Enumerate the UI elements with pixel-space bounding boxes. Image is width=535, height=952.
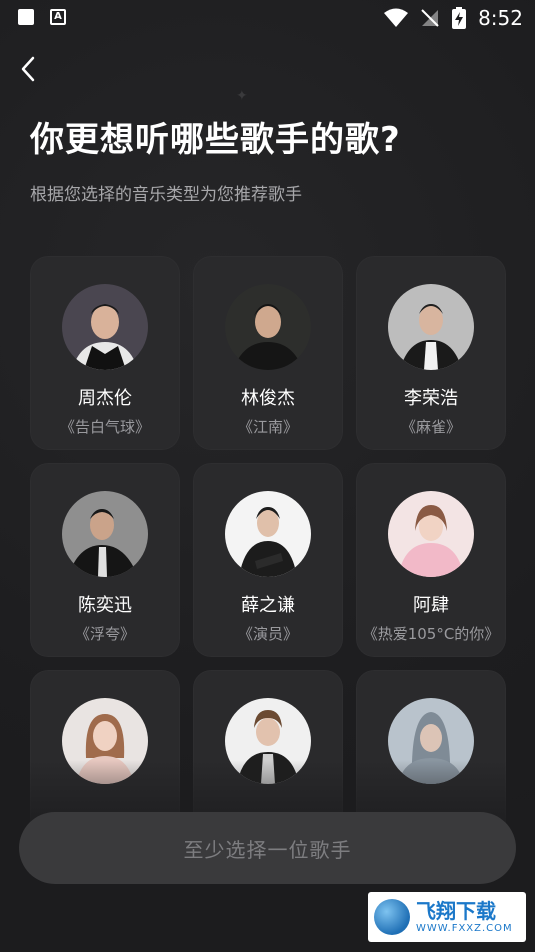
singer-song: 《江南》: [237, 418, 298, 436]
singer-avatar: [62, 491, 148, 577]
watermark: 飞翔下载 WWW.FXXZ.COM: [368, 892, 526, 942]
watermark-logo-icon: [374, 899, 410, 935]
singer-name: 李荣浩: [404, 388, 458, 409]
watermark-text: 飞翔下载 WWW.FXXZ.COM: [416, 899, 513, 935]
singer-avatar: [388, 284, 474, 370]
singer-avatar: [388, 491, 474, 577]
status-left: A: [18, 9, 66, 25]
watermark-url: WWW.FXXZ.COM: [416, 923, 513, 934]
chevron-left-icon: [21, 56, 35, 82]
singer-avatar: [62, 284, 148, 370]
singer-card[interactable]: 阿肆 《热爱105°C的你》: [356, 463, 506, 657]
singer-card[interactable]: 林俊杰 《江南》: [193, 256, 343, 450]
singer-name: 薛之谦: [241, 595, 295, 616]
singer-song: 《浮夸》: [74, 625, 135, 643]
clock: 8:52: [478, 6, 523, 30]
keyboard-a-icon: A: [50, 9, 66, 25]
watermark-title: 飞翔下载: [416, 899, 496, 923]
no-signal-icon: [421, 9, 439, 27]
select-singer-button[interactable]: 至少选择一位歌手: [19, 812, 516, 884]
wifi-icon: [384, 8, 409, 27]
singer-name: 陈奕迅: [78, 595, 132, 616]
singer-card[interactable]: 陈奕迅 《浮夸》: [30, 463, 180, 657]
singer-card[interactable]: 薛之谦 《演员》: [193, 463, 343, 657]
page-subtitle: 根据您选择的音乐类型为您推荐歌手: [30, 185, 302, 205]
singer-card[interactable]: 李荣浩 《麻雀》: [356, 256, 506, 450]
screen: A 8:52 ✦ ✦ 你更想听哪些歌手的歌? 根据您选择的音乐类型为您推荐: [0, 0, 535, 952]
status-bar: A 8:52: [0, 0, 535, 38]
singer-song: 《告白气球》: [59, 418, 150, 436]
singer-song: 《麻雀》: [400, 418, 461, 436]
back-button[interactable]: [14, 54, 44, 84]
singer-name: 林俊杰: [241, 388, 295, 409]
singer-name: 周杰伦: [78, 388, 132, 409]
singer-card[interactable]: 周杰伦 《告白气球》: [30, 256, 180, 450]
singer-avatar: [225, 491, 311, 577]
singer-song: 《热爱105°C的你》: [362, 625, 500, 643]
page-title: 你更想听哪些歌手的歌?: [30, 120, 401, 160]
singer-name: 阿肆: [413, 595, 449, 616]
notification-square-icon: [18, 9, 34, 25]
status-right: 8:52: [384, 6, 523, 30]
singer-avatar: [225, 284, 311, 370]
battery-charging-icon: [452, 7, 467, 29]
singer-song: 《演员》: [237, 625, 298, 643]
decorative-star-icon: ✦: [236, 88, 248, 104]
